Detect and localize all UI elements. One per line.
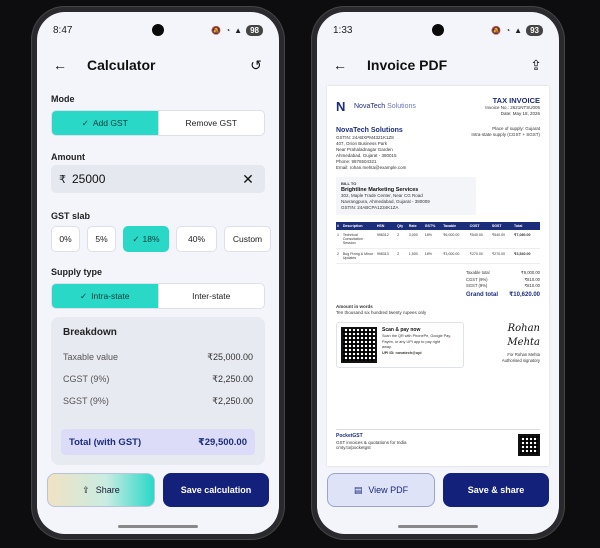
share-icon[interactable]: ⇪ [527,56,545,74]
footer-qr-code [518,434,540,456]
slab-0[interactable]: 0% [51,226,80,252]
supply-segmented-control: ✓ Intra-state Inter-state [51,283,265,309]
table-header-row: # Description HSN Qty Rate GST% Taxable … [336,222,540,230]
gst-slab-label: GST slab [51,211,91,221]
breakdown-row: SGST (9%) ₹2,250.00 [63,396,253,406]
status-bar: 8:47 🔕 ◔ ▲ 98 [37,22,279,38]
gesture-handle [118,525,198,528]
status-time: 8:47 [53,24,73,36]
amount-input[interactable]: ₹ 25000 ✕ [51,165,265,193]
pdf-file-icon: ▤ [353,484,363,495]
wifi-icon: ◔ [505,25,511,35]
totals-block: Taxable total ₹9,000.00 CGST (9%) ₹810.00 … [466,270,540,298]
clear-icon[interactable]: ✕ [239,170,257,188]
place-of-supply: Place of supply: Gujarat Intra-state sup… [471,126,540,137]
rupee-symbol: ₹ [59,173,66,186]
wifi-icon: ◔ [225,25,231,35]
upi-qr-code [341,327,377,363]
action-bar: ⇪ Share Save calculation [47,473,269,507]
brand-logo: N NovaTech Solutions [336,98,416,114]
action-bar: ▤ View PDF Save & share [327,473,549,507]
seller-details: NovaTech Solutions GSTIN: 24ABXPM4321K1Z… [336,127,407,170]
calculator-screen: 8:47 🔕 ◔ ▲ 98 ← Calculator ↺ Mode ✓ Add … [37,12,279,534]
status-bar: 1:33 🔕 ◔ ▲ 93 [317,22,559,38]
slab-40[interactable]: 40% [176,226,217,252]
check-icon: ✓ [132,233,140,244]
share-icon: ⇪ [82,484,90,495]
gst-slab-chips: 0% 5% ✓ 18% 40% Custom [51,226,271,252]
slab-custom[interactable]: Custom [224,226,271,252]
app-bar: ← Calculator ↺ [37,52,279,78]
invoice-title-block: TAX INVOICE Invoice No.: 2621NTSU005 Dat… [485,96,540,116]
logo-mark-icon: N [336,98,346,114]
table-row: 2 Bug Fixing & Minor Updates 998313 2 1,… [336,248,540,264]
mode-add-gst[interactable]: ✓ Add GST [52,111,158,135]
breakdown-row: CGST (9%) ₹2,250.00 [63,374,253,384]
mode-segmented-control: ✓ Add GST Remove GST [51,110,265,136]
signal-icon: ▲ [514,25,523,35]
payment-section: Scan & pay now Scan the QR with PhonePe,… [336,322,540,368]
upi-pay-box: Scan & pay now Scan the QR with PhonePe,… [336,322,464,368]
phone-calculator: 8:47 🔕 ◔ ▲ 98 ← Calculator ↺ Mode ✓ Add … [31,6,285,540]
check-icon: ✓ [80,290,88,301]
signal-icon: ▲ [234,25,243,35]
mute-icon: 🔕 [211,25,222,35]
signature: Rohan Mehta [507,323,540,348]
page-title: Invoice PDF [367,57,448,73]
page-title: Calculator [87,57,156,73]
app-bar: ← Invoice PDF ⇪ [317,52,559,78]
breakdown-title: Breakdown [63,327,117,338]
check-icon: ✓ [81,117,89,128]
amount-label: Amount [51,152,85,162]
status-time: 1:33 [333,24,353,36]
save-calculation-button[interactable]: Save calculation [163,473,269,507]
save-share-button[interactable]: Save & share [443,473,549,507]
history-icon[interactable]: ↺ [247,56,265,74]
document-footer: PocketGST GST invoices & quotations for … [336,429,540,456]
supply-type-label: Supply type [51,267,103,277]
phone-invoice: 1:33 🔕 ◔ ▲ 93 ← Invoice PDF ⇪ N NovaTech… [311,6,565,540]
mode-label: Mode [51,94,75,104]
invoice-document[interactable]: N NovaTech Solutions TAX INVOICE Invoice… [327,86,549,466]
breakdown-card: Breakdown Taxable value ₹25,000.00 CGST … [51,317,265,465]
battery-level: 93 [526,24,543,36]
back-arrow-icon[interactable]: ← [331,56,349,74]
total-row: Total (with GST) ₹29,500.00 [61,429,255,455]
invoice-screen: 1:33 🔕 ◔ ▲ 93 ← Invoice PDF ⇪ N NovaTech… [317,12,559,534]
amount-in-words: Amount in words Ten thousand six hundred… [336,304,427,315]
amount-value[interactable]: 25000 [72,172,239,186]
signature-block: Rohan Mehta For Rohan Mehta Authorised s… [480,322,540,364]
battery-level: 98 [246,24,263,36]
gesture-handle [398,525,478,528]
table-row: 1 Technical Consultation Session 998312 … [336,230,540,249]
supply-intra-state[interactable]: ✓ Intra-state [52,284,158,308]
mute-icon: 🔕 [491,25,502,35]
items-table: # Description HSN Qty Rate GST% Taxable … [336,222,540,264]
slab-18[interactable]: ✓ 18% [123,226,169,252]
grand-total: Grand total ₹10,620.00 [466,291,540,298]
back-arrow-icon[interactable]: ← [51,56,69,74]
breakdown-row: Taxable value ₹25,000.00 [63,352,253,362]
supply-inter-state[interactable]: Inter-state [157,284,265,308]
share-button[interactable]: ⇪ Share [47,473,155,507]
mode-remove-gst[interactable]: Remove GST [157,111,265,135]
bill-to-block: BILL TO Brightline Marketing Services 30… [336,177,476,215]
view-pdf-button[interactable]: ▤ View PDF [327,473,435,507]
slab-5[interactable]: 5% [87,226,116,252]
